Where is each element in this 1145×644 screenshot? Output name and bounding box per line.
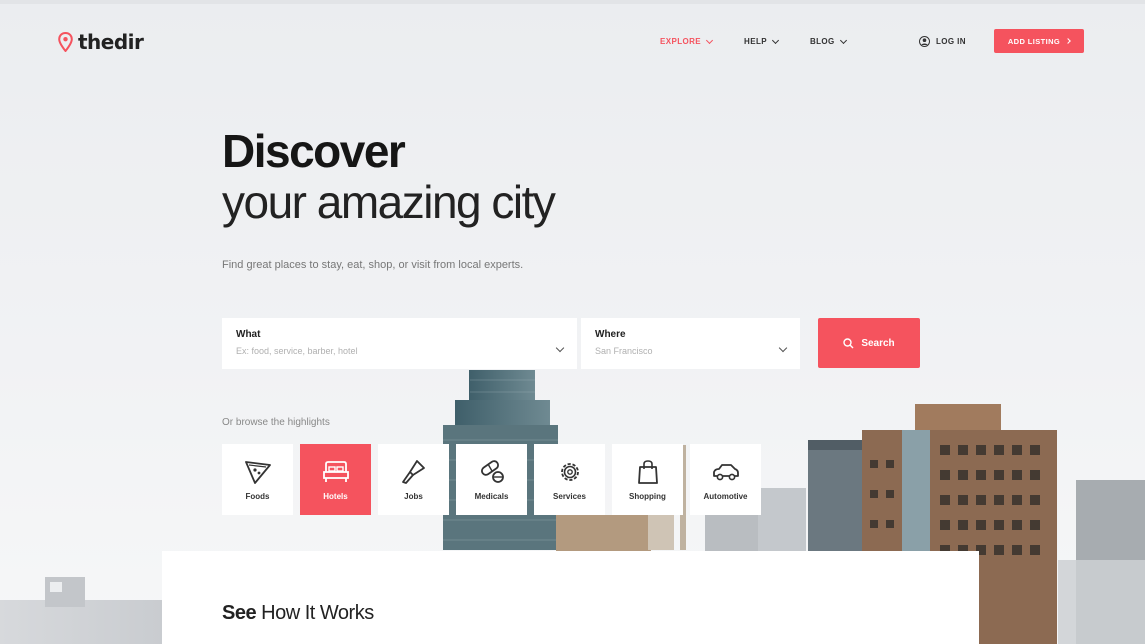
car-icon xyxy=(712,464,739,481)
hero-title-light: your amazing city xyxy=(222,176,556,228)
chevron-down-icon xyxy=(839,36,847,44)
add-listing-button[interactable]: ADD LISTING xyxy=(994,29,1084,53)
category-label: Jobs xyxy=(404,492,423,501)
main-nav: EXPLORE HELP BLOG xyxy=(660,36,878,46)
logo-text: thedir xyxy=(78,30,144,54)
search-button-label: Search xyxy=(861,337,895,349)
where-label: Where xyxy=(595,329,626,340)
login-link[interactable]: LOG IN xyxy=(919,36,966,47)
chevron-down-icon xyxy=(771,36,780,44)
how-it-works-bold: See xyxy=(222,602,257,624)
bed-icon xyxy=(322,461,349,482)
category-label: Shopping xyxy=(629,492,666,501)
category-label: Medicals xyxy=(474,492,509,501)
logo[interactable]: thedir xyxy=(58,30,144,54)
category-shopping[interactable]: Shopping xyxy=(612,444,683,515)
nav-item-label: BLOG xyxy=(809,37,835,46)
nav-item-label: HELP xyxy=(744,37,767,46)
nav-item-help[interactable]: HELP xyxy=(744,36,780,46)
how-it-works-rest: How It Works xyxy=(261,602,374,624)
chevron-down-icon xyxy=(705,36,714,44)
user-icon xyxy=(919,36,930,47)
what-input[interactable]: Ex: food, service, barber, hotel xyxy=(236,346,563,356)
pizza-icon xyxy=(244,461,271,484)
category-label: Foods xyxy=(245,492,270,501)
category-label: Automotive xyxy=(703,492,748,501)
search-button[interactable]: Search xyxy=(818,318,920,368)
where-input[interactable]: San Francisco xyxy=(595,346,786,356)
category-medicals[interactable]: Medicals xyxy=(456,444,527,515)
category-list: Foods Hotels Jobs Medicals Services Shop… xyxy=(222,444,761,515)
map-pin-icon xyxy=(58,32,73,52)
category-services[interactable]: Services xyxy=(534,444,605,515)
shopping-bag-icon xyxy=(637,460,658,484)
nav-item-label: EXPLORE xyxy=(660,37,702,46)
hero-title-bold: Discover xyxy=(222,125,406,177)
nav-item-blog[interactable]: BLOG xyxy=(809,36,847,46)
login-label: LOG IN xyxy=(936,37,966,46)
pills-icon xyxy=(480,460,504,483)
chevron-right-icon xyxy=(1065,38,1071,44)
category-label: Services xyxy=(553,492,586,501)
what-field[interactable]: What Ex: food, service, barber, hotel xyxy=(222,318,577,369)
how-it-works-panel xyxy=(162,551,979,644)
brush-icon xyxy=(401,460,425,484)
category-foods[interactable]: Foods xyxy=(222,444,293,515)
top-edge xyxy=(0,0,1145,4)
what-label: What xyxy=(236,329,261,340)
gear-icon xyxy=(560,463,579,481)
category-jobs[interactable]: Jobs xyxy=(378,444,449,515)
add-listing-label: ADD LISTING xyxy=(1007,36,1061,46)
browse-label: Or browse the highlights xyxy=(222,417,330,428)
hero-subtitle: Find great places to stay, eat, shop, or… xyxy=(222,259,524,271)
category-label: Hotels xyxy=(323,492,348,501)
nav-item-explore[interactable]: EXPLORE xyxy=(660,36,714,46)
how-it-works-heading: See How It Works xyxy=(222,602,374,625)
category-automotive[interactable]: Automotive xyxy=(690,444,761,515)
where-field[interactable]: Where San Francisco xyxy=(581,318,800,369)
category-hotels[interactable]: Hotels xyxy=(300,444,371,515)
search-icon xyxy=(843,337,854,348)
